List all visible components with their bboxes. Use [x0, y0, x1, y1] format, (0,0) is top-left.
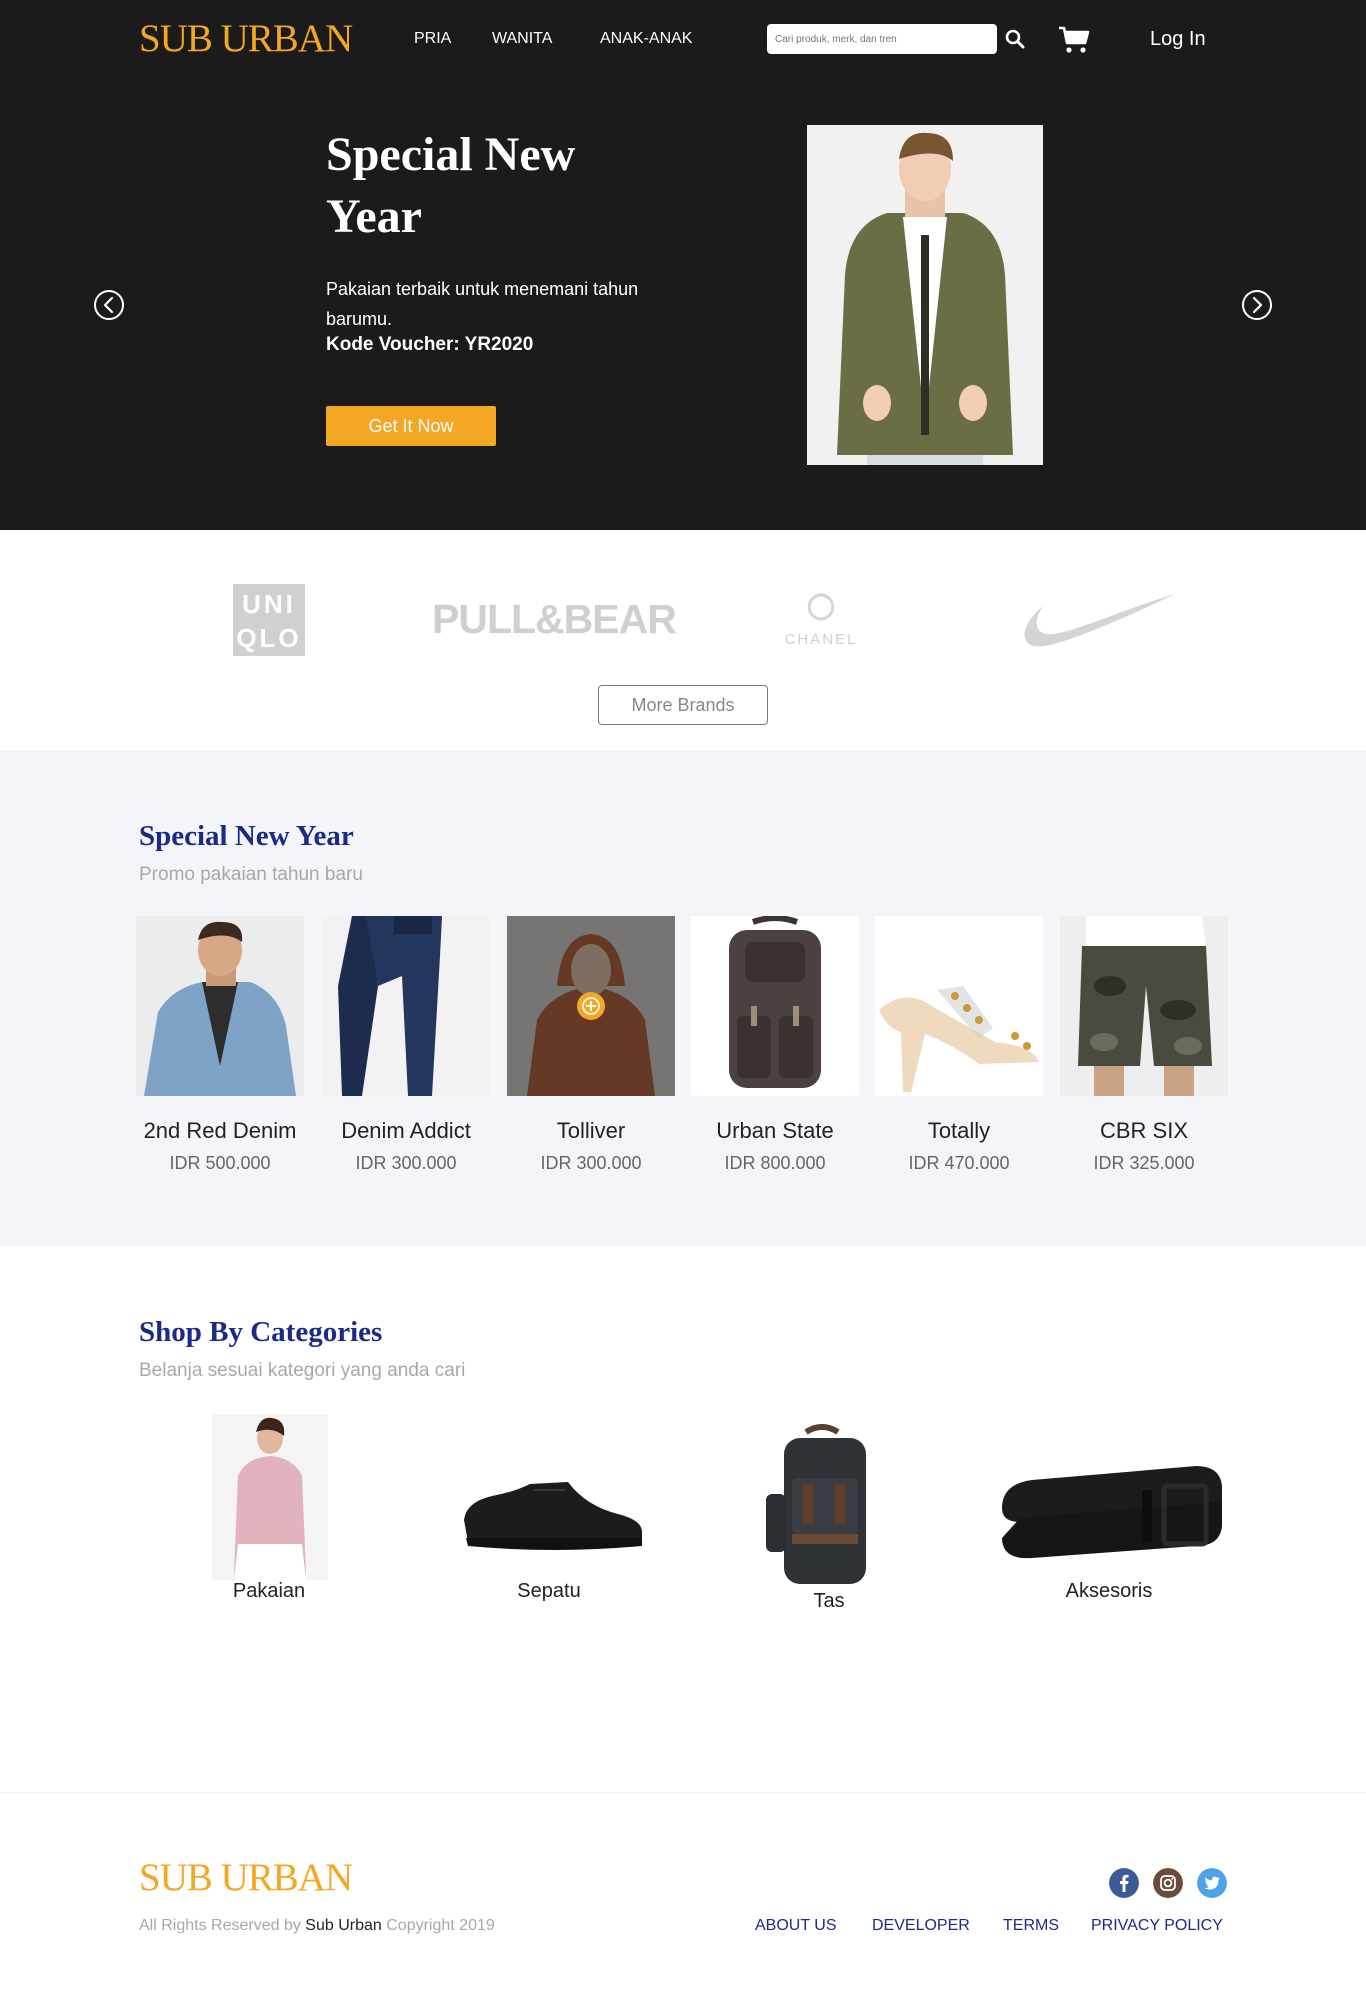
twitter-icon[interactable] [1197, 1868, 1227, 1898]
footer-logo[interactable]: SUB URBAN [139, 1855, 353, 1900]
instagram-icon[interactable] [1153, 1868, 1183, 1898]
copyright-brand: Sub Urban [305, 1917, 382, 1934]
category-label[interactable]: Pakaian [169, 1580, 369, 1603]
promo-title: Special New Year [139, 820, 354, 852]
product-name[interactable]: Totally [867, 1118, 1051, 1144]
brand-nike-logo[interactable] [1015, 588, 1177, 652]
category-label[interactable]: Sepatu [449, 1580, 649, 1603]
categories-title: Shop By Categories [139, 1316, 383, 1348]
product-price: IDR 325.000 [1093, 1153, 1195, 1173]
cart-icon[interactable] [1058, 26, 1090, 54]
category-tas-image[interactable] [762, 1424, 884, 1586]
product-price: IDR 800.000 [724, 1153, 826, 1173]
product-price: IDR 300.000 [355, 1153, 457, 1173]
footer-divider [0, 1792, 1366, 1793]
product-price: IDR 300.000 [540, 1153, 642, 1173]
facebook-icon[interactable] [1109, 1868, 1139, 1898]
login-link[interactable]: Log In [1150, 28, 1206, 51]
get-it-now-button[interactable]: Get It Now [326, 406, 496, 446]
hero-banner [0, 0, 1366, 530]
hero-voucher: Kode Voucher: YR2020 [326, 334, 534, 355]
brand-uniqlo-logo[interactable]: UNI QLO [233, 584, 305, 656]
brand-chanel-logo[interactable]: CHANEL [780, 590, 862, 648]
product-name[interactable]: CBR SIX [1052, 1118, 1236, 1144]
product-name[interactable]: Denim Addict [314, 1118, 498, 1144]
product-name[interactable]: Tolliver [499, 1118, 683, 1144]
footer-about-us-link[interactable]: ABOUT US [755, 1917, 837, 1935]
hero-title: Special New Year [326, 128, 576, 243]
nav-pria[interactable]: PRIA [414, 30, 451, 48]
product-price: IDR 470.000 [908, 1153, 1010, 1173]
header-logo[interactable]: SUB URBAN [139, 16, 353, 61]
product-image[interactable] [691, 916, 859, 1096]
promo-subtitle: Promo pakaian tahun baru [139, 864, 363, 885]
nav-wanita[interactable]: WANITA [492, 30, 552, 48]
search-icon[interactable] [1004, 28, 1026, 50]
nav-anak-anak[interactable]: ANAK-ANAK [600, 30, 692, 48]
product-name[interactable]: Urban State [683, 1118, 867, 1144]
category-aksesoris-image[interactable] [996, 1456, 1226, 1568]
search-input[interactable] [767, 24, 997, 54]
brand-pullbear-logo[interactable]: PULL&BEAR [432, 596, 677, 643]
product-price: IDR 500.000 [169, 1153, 271, 1173]
copyright-prefix: All Rights Reserved by [139, 1917, 301, 1934]
footer-privacy-policy-link[interactable]: PRIVACY POLICY [1091, 1917, 1223, 1935]
footer-terms-link[interactable]: TERMS [1003, 1917, 1059, 1935]
brand-chanel-text: CHANEL [784, 631, 858, 648]
category-pakaian-image[interactable] [212, 1414, 328, 1580]
product-name[interactable]: 2nd Red Denim [128, 1118, 312, 1144]
product-image[interactable] [1060, 916, 1228, 1096]
copyright-suffix: Copyright 2019 [386, 1917, 495, 1934]
more-brands-button[interactable]: More Brands [598, 685, 768, 725]
category-label[interactable]: Aksesoris [1009, 1580, 1209, 1603]
carousel-next-icon[interactable] [1242, 290, 1272, 320]
product-image[interactable] [507, 916, 675, 1096]
product-image[interactable] [136, 916, 304, 1096]
category-label[interactable]: Tas [729, 1590, 929, 1613]
hero-description: Pakaian terbaik untuk menemani tahun bar… [326, 279, 639, 329]
copyright-text: All Rights Reserved by Sub Urban Copyrig… [139, 1917, 495, 1935]
footer-developer-link[interactable]: DEVELOPER [872, 1917, 970, 1935]
product-image[interactable] [875, 916, 1043, 1096]
hero-product-image [807, 125, 1043, 465]
categories-subtitle: Belanja sesuai kategori yang anda cari [139, 1360, 466, 1381]
product-image[interactable] [322, 916, 490, 1096]
category-sepatu-image[interactable] [458, 1476, 646, 1552]
carousel-prev-icon[interactable] [94, 290, 124, 320]
